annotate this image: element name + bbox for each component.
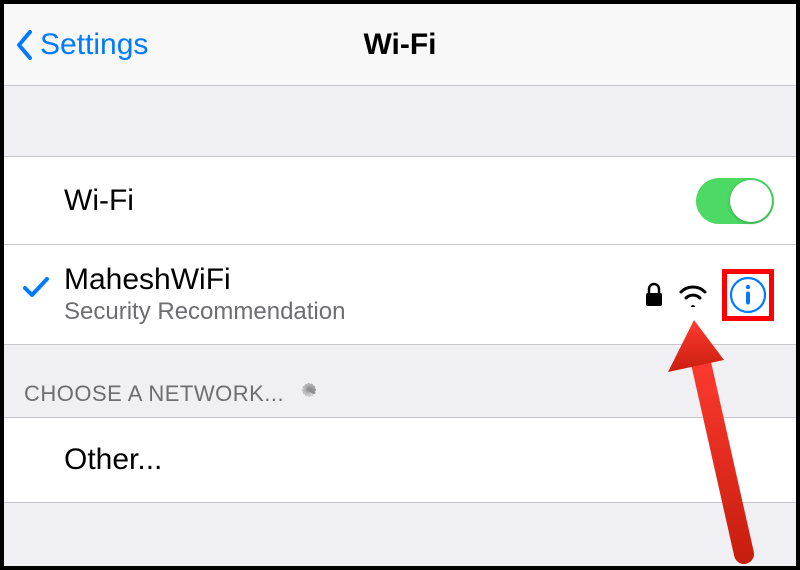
info-button-highlight <box>722 269 774 321</box>
spinner-icon <box>296 383 322 409</box>
navbar: Settings Wi-Fi <box>4 4 796 86</box>
info-icon[interactable] <box>729 276 767 314</box>
other-network-row[interactable]: Other... <box>4 417 796 503</box>
section-header-label: CHOOSE A NETWORK... <box>24 381 284 407</box>
network-name: MaheshWiFi <box>64 263 345 296</box>
lock-icon <box>644 282 664 308</box>
wifi-signal-icon <box>678 283 708 307</box>
page-title: Wi-Fi <box>363 28 436 62</box>
network-subtitle: Security Recommendation <box>64 298 345 326</box>
toggle-knob <box>730 180 772 222</box>
choose-network-header: CHOOSE A NETWORK... <box>4 345 796 417</box>
connected-network-row[interactable]: MaheshWiFi Security Recommendation <box>4 245 796 345</box>
back-label: Settings <box>40 28 148 62</box>
checkmark-icon <box>22 273 50 301</box>
wifi-label: Wi-Fi <box>64 184 134 218</box>
wifi-toggle-row: Wi-Fi <box>4 157 796 245</box>
wifi-toggle[interactable] <box>696 178 774 224</box>
back-button[interactable]: Settings <box>4 28 148 62</box>
chevron-left-icon <box>16 30 34 60</box>
other-label: Other... <box>64 443 162 477</box>
